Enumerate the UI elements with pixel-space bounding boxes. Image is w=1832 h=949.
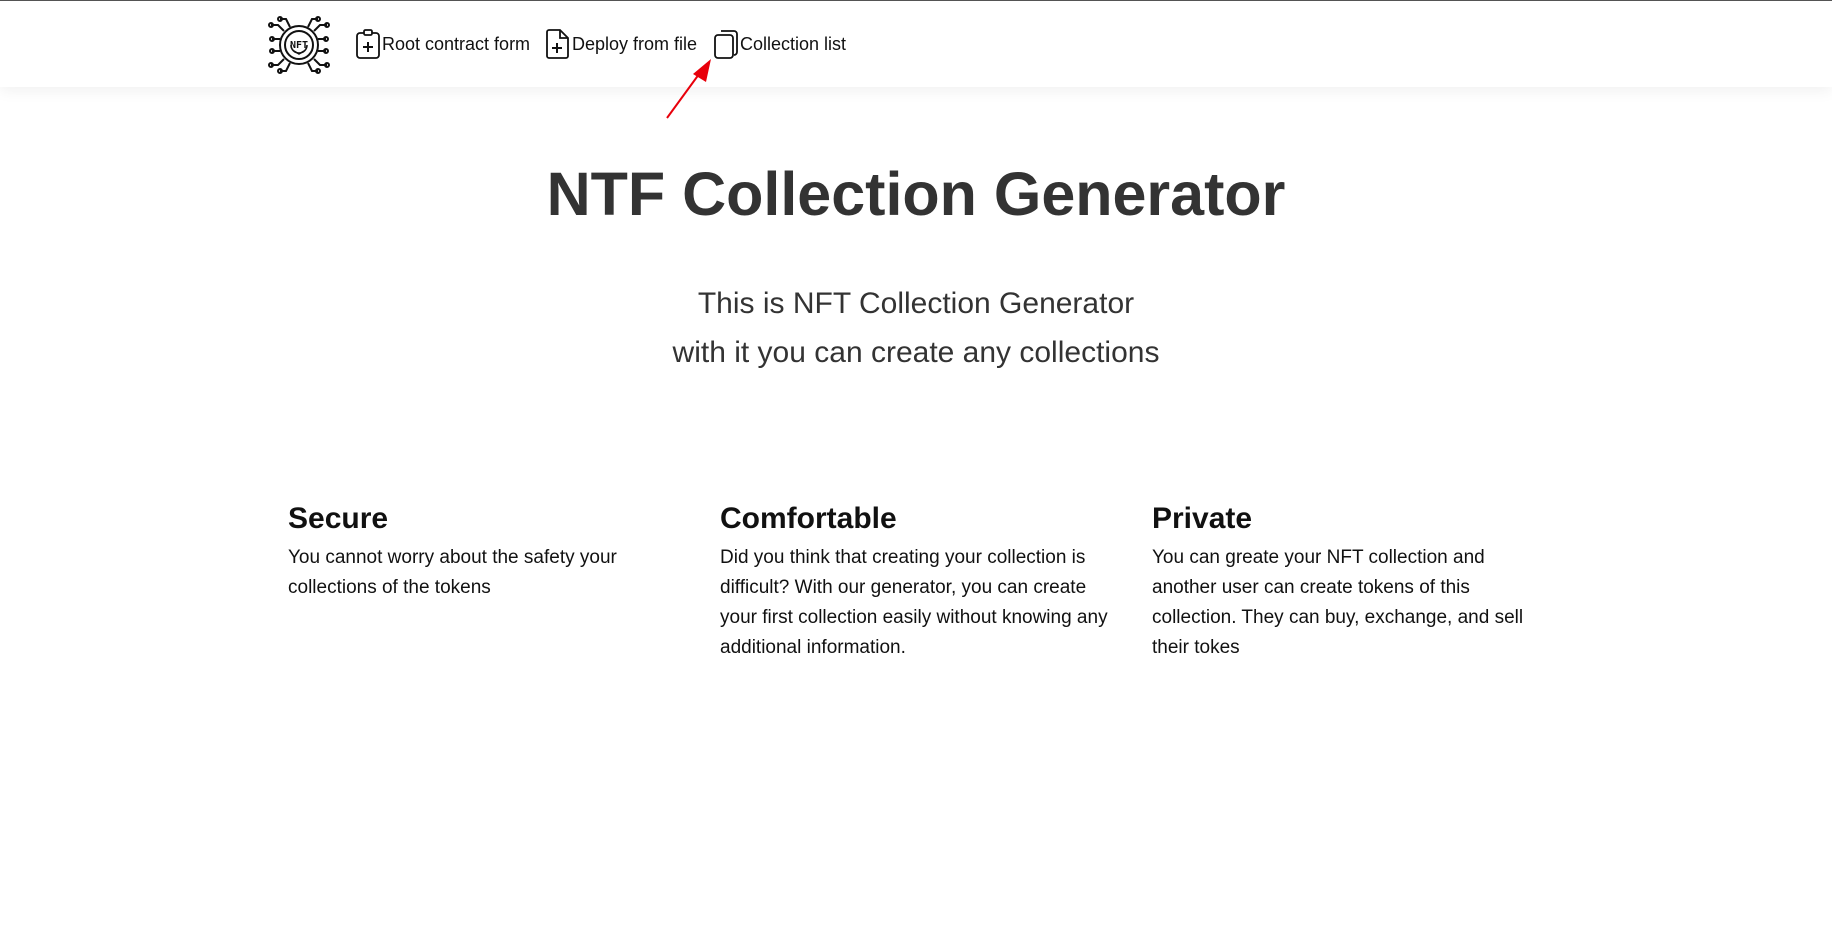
- navbar: NFT Root contract form Deploy from file …: [0, 1, 1832, 87]
- feature-private: Private You can greate your NFT collecti…: [1152, 498, 1547, 663]
- hero-subtitle: This is NFT Collection Generator with it…: [0, 279, 1832, 377]
- nav-root-contract-form-label: Root contract form: [382, 33, 531, 54]
- nav-deploy-from-file-label: Deploy from file: [572, 33, 698, 54]
- file-plus-icon: [545, 29, 571, 59]
- nav-collection-list[interactable]: Collection list: [713, 28, 846, 60]
- feature-text: You cannot worry about the safety your c…: [288, 547, 617, 598]
- files-icon: [713, 29, 739, 59]
- page-title: NTF Collection Generator: [546, 160, 1286, 228]
- nft-circuit-logo-icon[interactable]: NFT: [268, 15, 330, 75]
- hero-subtitle-line-2: with it you can create any collections: [672, 336, 1160, 369]
- feature-title: Private: [1152, 502, 1253, 535]
- nav-collection-list-label: Collection list: [740, 33, 847, 54]
- svg-text:NFT: NFT: [290, 40, 308, 51]
- feature-text: Did you think that creating your collect…: [720, 547, 1108, 658]
- annotation-arrow: [666, 59, 711, 119]
- feature-title: Secure: [288, 502, 389, 535]
- nav-root-contract-form[interactable]: Root contract form: [355, 28, 530, 60]
- feature-text: You can greate your NFT collection and a…: [1152, 547, 1524, 658]
- feature-secure: Secure You cannot worry about the safety…: [288, 498, 683, 603]
- feature-comfortable: Comfortable Did you think that creating …: [720, 498, 1115, 663]
- hero-subtitle-line-1: This is NFT Collection Generator: [697, 287, 1135, 320]
- feature-title: Comfortable: [720, 502, 897, 535]
- clipboard-plus-icon: [355, 29, 381, 59]
